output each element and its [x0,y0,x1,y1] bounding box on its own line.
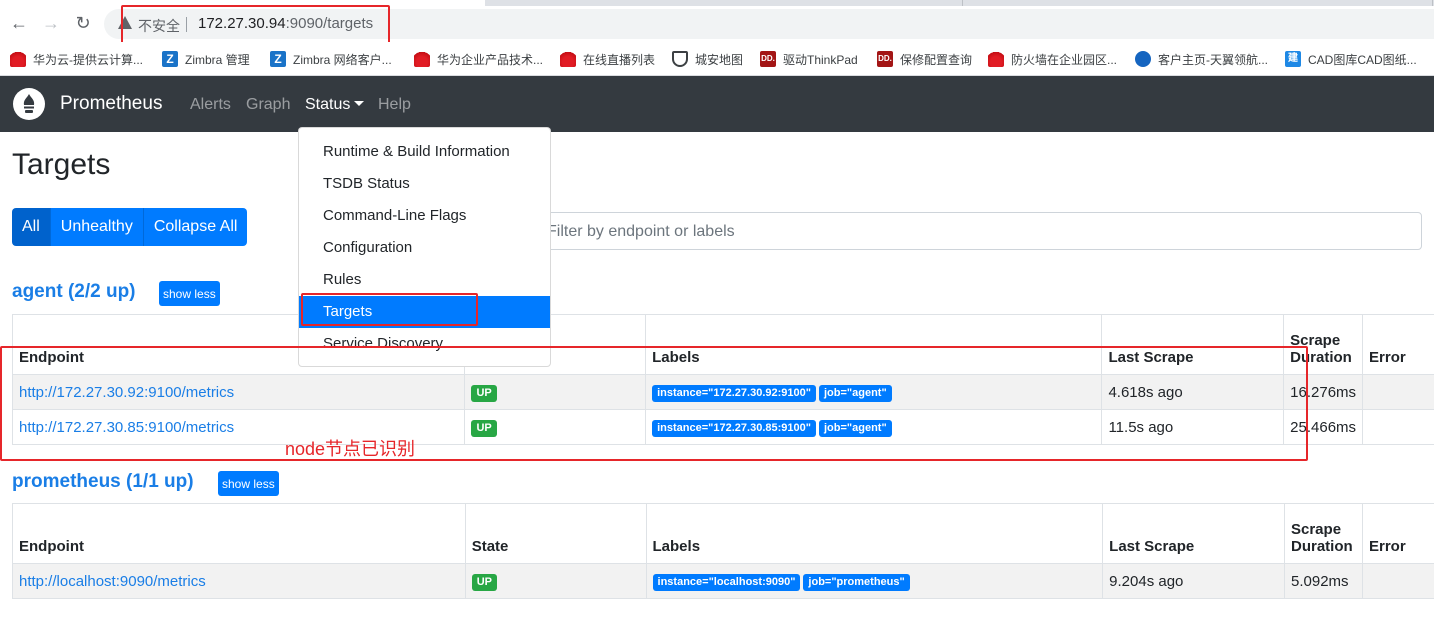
show-less-button[interactable]: show less [218,471,279,496]
highlight-targets-box [301,293,478,326]
filter-placeholder: Filter by endpoint or labels [547,223,735,240]
targets-table-prometheus: Endpoint State Labels Last Scrape Scrape… [12,503,1434,599]
bookmark-item[interactable]: 客户主页-天翼领航... [1135,49,1268,69]
bookmark-label: 保修配置查询 [900,52,973,67]
bookmark-item[interactable]: Z Zimbra 网络客户... [270,49,392,69]
menu-item-flags[interactable]: Command-Line Flags [299,200,550,232]
show-less-button[interactable]: show less [159,281,220,306]
col-endpoint: Endpoint [12,503,466,564]
error-cell [1362,374,1434,410]
col-scrape-duration-line2: Duration [1291,538,1353,555]
bookmark-label: 华为企业产品技术... [437,52,544,67]
filter-button-group: All Unhealthy Collapse All [12,208,248,246]
unhealthy-button[interactable]: Unhealthy [50,208,144,246]
forward-icon[interactable]: → [40,12,62,34]
state-cell: UP [464,563,647,599]
nav-status[interactable]: Status [305,96,365,114]
collapse-all-button[interactable]: Collapse All [143,208,248,246]
bookmark-label: Zimbra 网络客户... [293,52,392,67]
page-title: Targets [12,148,111,181]
navbar: Prometheus Alerts Graph Status Help [0,76,1434,132]
caret-down-icon [354,101,365,106]
bookmark-label: 华为云-提供云计算... [33,52,143,67]
col-scrape-duration: Scrape Duration [1284,503,1363,564]
jian-icon: 建 [1285,51,1301,67]
browser-toolbar: ← → ↻ 不安全 172.27.30.94:9090/targets [0,0,1434,45]
back-icon[interactable]: ← [8,12,30,34]
menu-item-rules[interactable]: Rules [299,264,550,296]
bookmark-item[interactable]: 防火墙在企业园区... [988,49,1117,69]
endpoint-cell: http://localhost:9090/metrics [12,563,466,599]
annotation-text: node节点已识别 [285,439,416,459]
bookmark-label: CAD图库CAD图纸... [1308,52,1417,67]
status-dropdown-menu: Runtime & Build Information TSDB Status … [298,127,551,367]
labels-cell: instance="localhost:9090" job="prometheus… [645,563,1104,599]
all-button[interactable]: All [12,208,51,246]
shield-icon [672,51,688,67]
bookmark-label: 城安地图 [695,52,744,67]
bookmark-item[interactable]: 建 CAD图库CAD图纸... [1285,49,1417,69]
filter-input[interactable]: Filter by endpoint or labels [530,212,1422,250]
huawei-icon [10,51,26,67]
label-badge: job="prometheus" [803,573,910,591]
duration-cell: 5.092ms [1284,563,1363,599]
table-row: http://localhost:9090/metrics UP instanc… [12,563,1434,599]
bookmark-item[interactable]: DD. 驱动ThinkPad [760,49,858,69]
last-scrape-cell: 9.204s ago [1102,563,1285,599]
tianyi-icon [1135,51,1151,67]
bookmark-item[interactable]: DD. 保修配置查询 [877,49,972,69]
reload-icon[interactable]: ↻ [72,12,94,34]
job-title-prometheus[interactable]: prometheus (1/1 up) [12,471,194,493]
brand[interactable]: Prometheus [60,93,162,115]
bookmark-label: Zimbra 管理 [185,52,250,67]
flame-icon [23,94,35,113]
zimbra-icon: Z [162,51,178,67]
bookmark-label: 客户主页-天翼领航... [1158,52,1268,67]
bookmark-label: 驱动ThinkPad [783,52,858,67]
bookmark-label: 在线直播列表 [583,52,656,67]
highlight-url-box [121,5,390,45]
bookmark-item[interactable]: Z Zimbra 管理 [162,49,250,69]
col-state: State [464,503,647,564]
col-last-scrape: Last Scrape [1102,503,1285,564]
bookmark-item[interactable]: 华为企业产品技术... [414,49,543,69]
bookmark-label: 防火墙在企业园区... [1011,52,1118,67]
error-cell [1362,409,1434,445]
col-labels: Labels [645,503,1104,564]
bookmark-item[interactable]: 在线直播列表 [560,49,655,69]
huawei-icon [414,51,430,67]
huawei-icon [560,51,576,67]
menu-item-configuration[interactable]: Configuration [299,232,550,264]
col-error: Error [1362,314,1434,375]
table-header: Endpoint State Labels Last Scrape Scrape… [12,503,1434,564]
tab-strip [485,0,1434,6]
bookmark-item[interactable]: 城安地图 [672,49,743,69]
label-badge: instance="localhost:9090" [652,573,801,591]
menu-item-tsdb[interactable]: TSDB Status [299,168,550,200]
zimbra-icon: Z [270,51,286,67]
prometheus-logo-icon[interactable] [13,88,45,120]
menu-item-runtime[interactable]: Runtime & Build Information [299,136,550,168]
tab-separator [1432,0,1433,6]
dd-icon: DD. [760,51,776,67]
col-error: Error [1361,503,1434,564]
state-badge: UP [471,573,497,591]
col-scrape-duration-line1: Scrape [1291,521,1342,538]
huawei-icon [988,51,1004,67]
dd-icon: DD. [877,51,893,67]
endpoint-link[interactable]: http://localhost:9090/metrics [19,573,206,590]
bookmark-item[interactable]: 华为云-提供云计算... [10,49,143,69]
job-title-agent[interactable]: agent (2/2 up) [12,281,136,303]
nav-alerts[interactable]: Alerts [190,96,231,114]
nav-help[interactable]: Help [378,96,411,114]
highlight-agent-rows-box [0,346,1308,461]
nav-status-label: Status [305,96,351,113]
bookmarks-bar: 华为云-提供云计算... Z Zimbra 管理 Z Zimbra 网络客户... 华为企… [0,42,1434,76]
error-cell [1361,563,1434,599]
tab-separator [962,0,963,6]
nav-graph[interactable]: Graph [246,96,290,114]
